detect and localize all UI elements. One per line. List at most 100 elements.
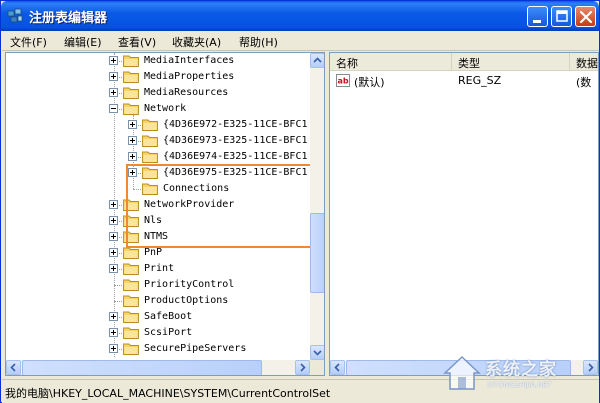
tree-item-label: {4D36E972-E325-11CE-BFC1 (163, 119, 308, 130)
tree-item-label: Network (144, 103, 187, 114)
list-scroll-left-button[interactable] (330, 360, 345, 375)
regedit-icon (7, 8, 23, 23)
expand-icon[interactable] (109, 264, 118, 273)
expand-icon[interactable] (128, 136, 137, 145)
tree-item-label: {4D36E974-E325-11CE-BFC1 (163, 151, 308, 162)
scroll-left-button[interactable] (6, 360, 21, 375)
tree-item[interactable]: ProductOptions (6, 293, 306, 309)
scroll-up-button[interactable] (310, 53, 324, 68)
column-data[interactable]: 数据 (570, 53, 598, 71)
menu-help[interactable]: 帮助(H) (239, 34, 278, 50)
arrow-left-icon (334, 363, 340, 372)
tree-hscroll-thumb[interactable] (22, 360, 262, 375)
expand-icon[interactable] (109, 88, 118, 97)
tree-horizontal-scrollbar[interactable] (6, 360, 310, 375)
tree-item-label: SafeBoot (144, 311, 193, 322)
tree-item[interactable]: MediaInterfaces (6, 53, 306, 69)
tree-item-label: MediaProperties (144, 71, 235, 82)
status-path: 我的电脑\HKEY_LOCAL_MACHINE\SYSTEM\CurrentCo… (5, 387, 331, 400)
tree-item[interactable]: PriorityControl (6, 277, 306, 293)
tree-item-label: ScsiPort (144, 327, 193, 338)
expand-icon[interactable] (109, 232, 118, 241)
folder-icon (123, 263, 139, 275)
folder-icon (142, 135, 158, 147)
folder-open-icon (123, 103, 139, 115)
menu-favorites[interactable]: 收藏夹(A) (172, 34, 221, 50)
close-button[interactable] (575, 6, 596, 27)
collapse-icon[interactable] (109, 104, 118, 113)
folder-icon (123, 327, 139, 339)
minimize-icon (533, 20, 541, 23)
watermark-text: 系统之家 (485, 360, 557, 380)
tree-item[interactable]: Network (6, 101, 306, 117)
tree-item-label: ProductOptions (144, 295, 229, 306)
folder-icon (123, 295, 139, 307)
expand-icon[interactable] (109, 328, 118, 337)
minimize-button[interactable] (527, 6, 548, 27)
tree-item[interactable]: SecurePipeServers (6, 341, 306, 357)
folder-icon (142, 119, 158, 131)
menu-bar: 文件(F) 编辑(E) 查看(V) 收藏夹(A) 帮助(H) (2, 31, 599, 51)
list-item[interactable]: ab (默认) REG_SZ (数 (330, 73, 598, 89)
expand-icon[interactable] (109, 344, 118, 353)
tree-item[interactable]: MediaProperties (6, 69, 306, 85)
window-title: 注册表编辑器 (29, 11, 108, 26)
tree-item-label: Print (144, 263, 175, 274)
tree-item[interactable]: Print (6, 261, 306, 277)
expand-icon[interactable] (109, 72, 118, 81)
maximize-button[interactable] (551, 6, 572, 27)
folder-icon (123, 71, 139, 83)
tree-item-label: PnP (144, 247, 163, 258)
regedit-window: 注册表编辑器 文件(F) 编辑(E) 查看(V) 收藏夹(A) 帮助(H) Me… (0, 0, 600, 403)
title-bar[interactable]: 注册表编辑器 (1, 1, 599, 31)
arrow-right-icon (300, 363, 306, 372)
scroll-down-button[interactable] (310, 345, 324, 360)
scroll-corner (310, 360, 324, 375)
highlight-annotation (126, 164, 324, 248)
tree-item-label: {4D36E973-E325-11CE-BFC1 (163, 135, 308, 146)
folder-icon (123, 87, 139, 99)
tree-item[interactable]: {4D36E972-E325-11CE-BFC1 (6, 117, 308, 133)
folder-icon (123, 279, 139, 291)
folder-icon (123, 311, 139, 323)
folder-icon (142, 151, 158, 163)
arrow-down-icon (313, 350, 322, 356)
tree-item-label: SecurePipeServers (144, 343, 247, 354)
tree-item[interactable]: {4D36E973-E325-11CE-BFC1 (6, 133, 308, 149)
tree-item[interactable]: ScsiPort (6, 325, 306, 341)
expand-icon[interactable] (109, 56, 118, 65)
column-name[interactable]: 名称 (330, 53, 452, 71)
expand-icon[interactable] (109, 216, 118, 225)
watermark: 系统之家 XITONGZHIJIA.NET (441, 351, 591, 401)
tree-item[interactable]: {4D36E974-E325-11CE-BFC1 (6, 149, 308, 165)
list-header: 名称 类型 数据 (330, 53, 598, 71)
svg-text:ab: ab (338, 77, 349, 86)
expand-icon[interactable] (109, 200, 118, 209)
column-type[interactable]: 类型 (452, 53, 570, 71)
value-list-pane[interactable]: 名称 类型 数据 ab (默认) REG_SZ (数 (329, 52, 599, 376)
menu-edit[interactable]: 编辑(E) (64, 34, 102, 50)
arrow-left-icon (10, 363, 16, 372)
watermark-subtext: XITONGZHIJIA.NET (487, 381, 552, 389)
expand-icon[interactable] (109, 248, 118, 257)
tree-vertical-scrollbar[interactable] (310, 53, 324, 360)
expand-icon[interactable] (128, 152, 137, 161)
expand-icon[interactable] (109, 312, 118, 321)
folder-icon (123, 343, 139, 355)
string-value-icon: ab (336, 74, 350, 87)
tree-item[interactable]: MediaResources (6, 85, 306, 101)
expand-icon[interactable] (128, 120, 137, 129)
tree-item-label: MediaInterfaces (144, 55, 235, 66)
scroll-right-button[interactable] (295, 360, 310, 375)
maximize-icon (556, 10, 568, 22)
menu-view[interactable]: 查看(V) (118, 34, 156, 50)
folder-icon (123, 55, 139, 67)
tree-item[interactable]: SafeBoot (6, 309, 306, 325)
value-type: REG_SZ (458, 74, 502, 87)
menu-file[interactable]: 文件(F) (10, 34, 47, 50)
value-data: (数 (576, 76, 592, 89)
key-tree-pane[interactable]: MediaInterfaces MediaProperties MediaResou… (5, 52, 325, 376)
close-icon (579, 10, 593, 24)
tree-scroll-thumb[interactable] (310, 213, 324, 293)
arrow-up-icon (313, 57, 322, 63)
